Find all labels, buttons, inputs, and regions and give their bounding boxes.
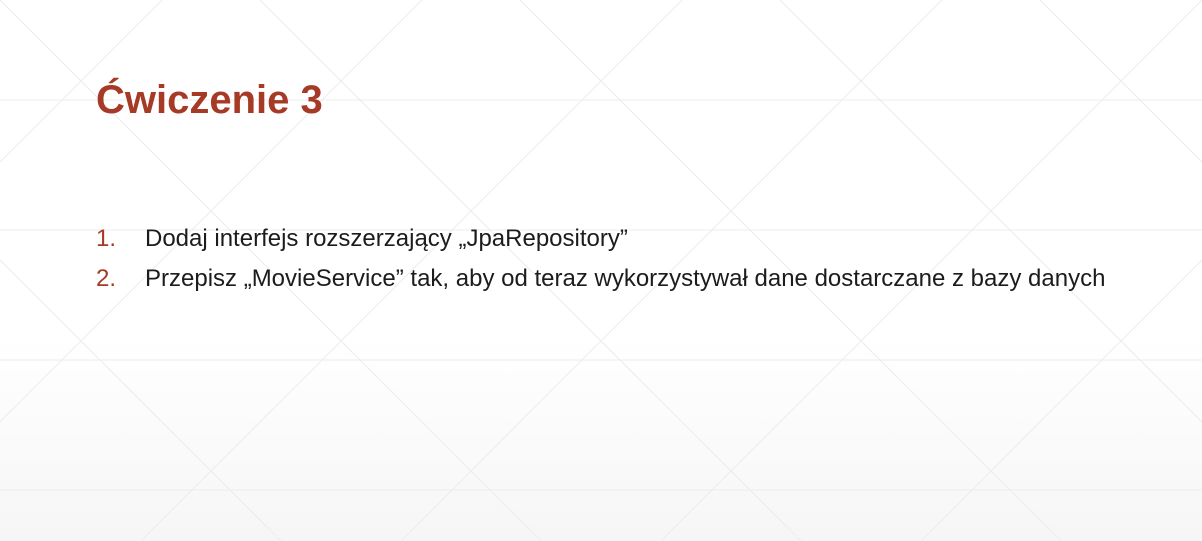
list-item-number: 1. bbox=[96, 225, 117, 252]
list-item: 1. Dodaj interfejs rozszerzający „JpaRep… bbox=[96, 224, 1156, 253]
slide-title: Ćwiczenie 3 bbox=[96, 78, 323, 122]
exercise-list: 1. Dodaj interfejs rozszerzający „JpaRep… bbox=[96, 224, 1156, 304]
list-item: 2. Przepisz „MovieService” tak, aby od t… bbox=[96, 264, 1156, 293]
list-item-number: 2. bbox=[96, 265, 117, 292]
list-item-text: Dodaj interfejs rozszerzający „JpaReposi… bbox=[145, 225, 628, 252]
list-item-text: Przepisz „MovieService” tak, aby od tera… bbox=[145, 265, 1106, 292]
slide: Ćwiczenie 3 1. Dodaj interfejs rozszerza… bbox=[0, 0, 1202, 541]
